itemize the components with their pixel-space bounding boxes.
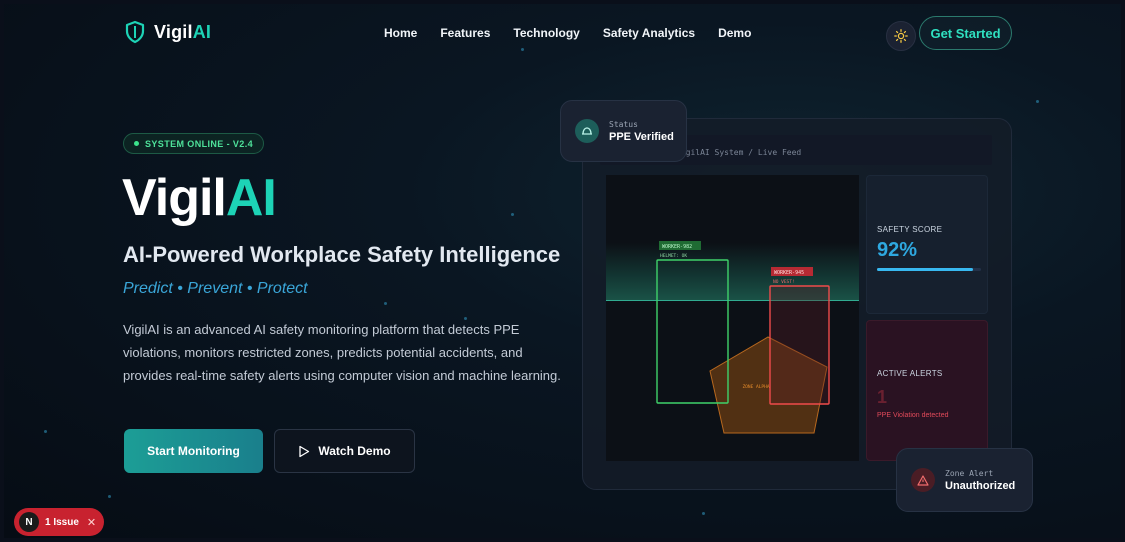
logo[interactable]: VigilAI — [124, 20, 211, 44]
nav-link-safety-analytics[interactable]: Safety Analytics — [603, 26, 695, 40]
status-card-label: Status — [609, 119, 638, 129]
shield-icon — [125, 20, 145, 44]
next-logo-icon: N — [19, 512, 39, 532]
hard-hat-icon — [575, 119, 599, 143]
live-feed: ZONE ALPHA WORKER-982 HELMET: OK WORKER-… — [606, 175, 859, 461]
nav-link-demo[interactable]: Demo — [718, 26, 751, 40]
status-card: Status PPE Verified — [560, 100, 687, 162]
zone-label: ZONE ALPHA — [742, 384, 769, 390]
status-badge-label: SYSTEM ONLINE - V2.4 — [145, 138, 254, 149]
particle — [108, 495, 111, 498]
particle — [702, 512, 705, 515]
particle — [44, 430, 47, 433]
safety-score-value: 92% — [877, 239, 918, 261]
zone-alert-card: Zone Alert Unauthorized — [896, 448, 1033, 512]
worker-label-ok: WORKER-982 — [662, 244, 692, 250]
hero-title: VigilAI — [122, 169, 277, 227]
worker-box-alert — [769, 285, 830, 405]
dev-issue-badge[interactable]: N 1 Issue ✕ — [14, 508, 104, 536]
particle — [384, 302, 387, 305]
safety-score-label: SAFETY SCORE — [877, 225, 943, 234]
worker-label-alert: WORKER-945 — [774, 270, 804, 276]
issue-count-label: 1 Issue — [45, 516, 79, 528]
hero-title-main: Vigil — [122, 169, 227, 227]
nav-link-home[interactable]: Home — [384, 26, 417, 40]
hero-subtitle: AI-Powered Workplace Safety Intelligence — [123, 242, 561, 267]
nav-links: Home Features Technology Safety Analytic… — [384, 26, 751, 40]
active-alerts-card: ACTIVE ALERTS 1 PPE Violation detected — [866, 320, 988, 461]
theme-toggle-button[interactable] — [886, 21, 916, 51]
feed-overlay: ZONE ALPHA WORKER-982 HELMET: OK WORKER-… — [656, 241, 830, 434]
status-card-value: PPE Verified — [609, 130, 674, 143]
safety-score-fill — [877, 268, 973, 271]
hero-tagline: Predict • Prevent • Protect — [123, 280, 308, 297]
dashboard-window-title: VigilAI System / Live Feed — [676, 148, 802, 157]
play-icon — [299, 445, 310, 457]
worker-status-alert: NO VEST! — [773, 279, 795, 285]
nav-link-features[interactable]: Features — [440, 26, 490, 40]
watch-demo-button[interactable]: Watch Demo — [274, 429, 415, 473]
logo-text: VigilAI — [154, 22, 211, 43]
active-alerts-message: PPE Violation detected — [877, 412, 949, 419]
zone-alert-value: Unauthorized — [945, 479, 1016, 492]
active-alerts-count: 1 — [877, 387, 888, 407]
watch-demo-label: Watch Demo — [318, 444, 391, 458]
sun-icon — [894, 29, 908, 43]
logo-text-accent: AI — [192, 21, 212, 42]
page: VigilAI Home Features Technology Safety … — [4, 4, 1121, 538]
zone-alert-label: Zone Alert — [945, 468, 994, 478]
status-badge: SYSTEM ONLINE - V2.4 — [123, 133, 265, 154]
nav-link-technology[interactable]: Technology — [513, 26, 579, 40]
safety-score-card: SAFETY SCORE 92% — [866, 175, 988, 314]
safety-score-bar — [877, 268, 981, 271]
active-alerts-label: ACTIVE ALERTS — [877, 369, 943, 378]
worker-status-ok: HELMET: OK — [660, 253, 687, 259]
particle — [1036, 100, 1039, 103]
top-nav: VigilAI Home Features Technology Safety … — [4, 4, 1121, 64]
get-started-button[interactable]: Get Started — [919, 16, 1012, 50]
hero-description: VigilAI is an advanced AI safety monitor… — [123, 322, 561, 383]
logo-text-main: Vigil — [154, 21, 193, 42]
warning-icon — [911, 468, 935, 492]
close-icon[interactable]: ✕ — [87, 516, 96, 529]
start-monitoring-button[interactable]: Start Monitoring — [124, 429, 263, 473]
hero-title-accent: AI — [225, 169, 277, 227]
particle — [511, 213, 514, 216]
online-dot-icon — [134, 141, 139, 146]
